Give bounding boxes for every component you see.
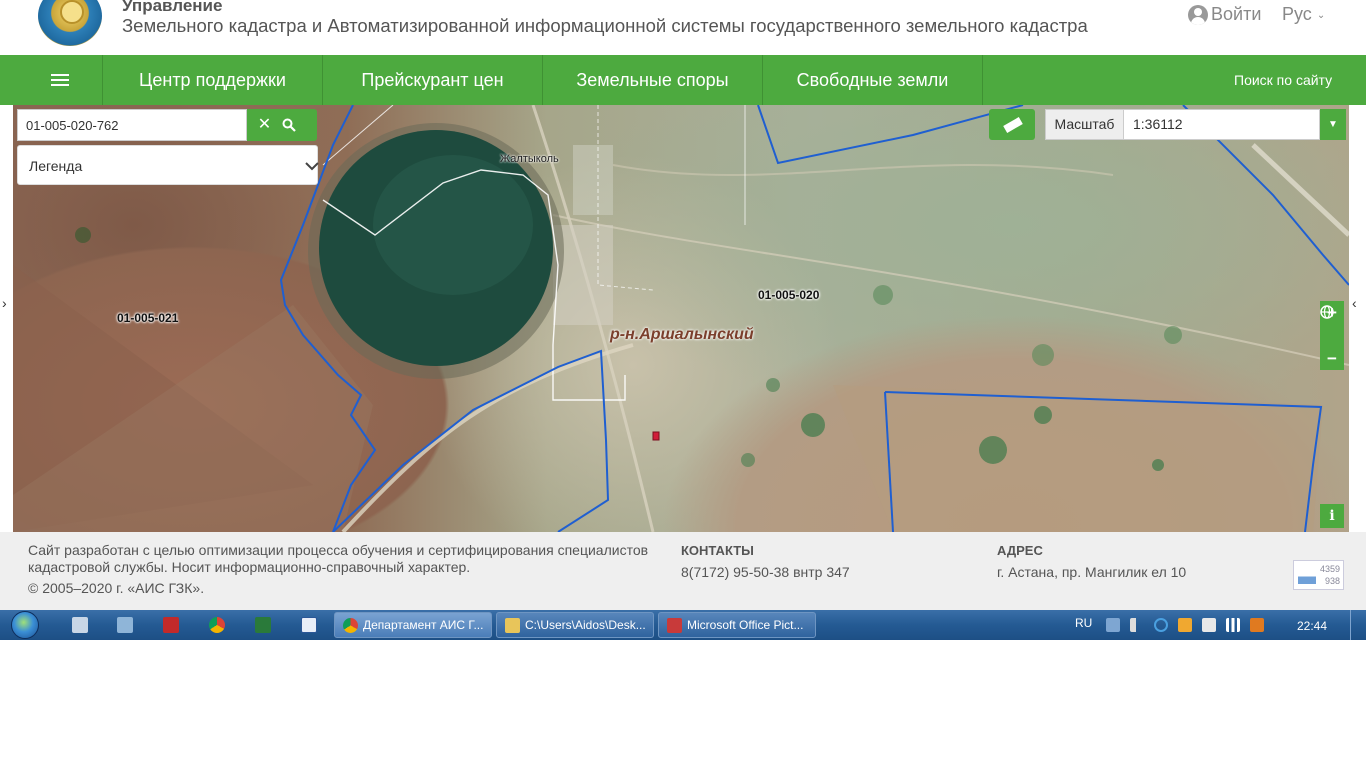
district-label: р-н.Аршалынский xyxy=(610,326,754,343)
ruler-measure-button[interactable] xyxy=(989,109,1035,140)
nav-item-land-disputes[interactable]: Земельные споры xyxy=(543,55,763,105)
task-label: C:\Users\Aidos\Desk... xyxy=(525,618,646,632)
address-value: г. Астана, пр. Мангилик ел 10 xyxy=(997,564,1187,580)
info-button[interactable]: i xyxy=(1320,504,1344,528)
zoom-out-button[interactable]: − xyxy=(1320,347,1344,370)
globe-icon xyxy=(1320,305,1334,319)
windows-taskbar: Департамент АИС Г... C:\Users\Aidos\Desk… xyxy=(0,610,1366,640)
user-circle-icon xyxy=(1188,4,1208,25)
nav-item-support-center[interactable]: Центр поддержки xyxy=(103,55,323,105)
scale-select[interactable]: 1:36112 xyxy=(1123,109,1320,140)
site-search-link[interactable]: Поиск по сайту xyxy=(1234,55,1332,105)
parcel-label-west: 01-005-021 xyxy=(117,311,179,325)
task-label: Департамент АИС Г... xyxy=(363,618,484,632)
input-language-indicator[interactable]: RU xyxy=(1075,616,1092,630)
task-chrome-window[interactable]: Департамент АИС Г... xyxy=(334,612,492,638)
org-title: Управление xyxy=(122,0,223,15)
task-picture-manager-window[interactable]: Microsoft Office Pict... xyxy=(658,612,816,638)
contacts-phone: 8(7172) 95-50-38 внтр 347 xyxy=(681,564,850,580)
footer-copyright: © 2005–2020 г. «АИС ГЗК». xyxy=(28,580,205,596)
globe-extent-button[interactable] xyxy=(1320,305,1344,347)
chevron-down-icon: ⌄ xyxy=(1316,9,1326,21)
org-subtitle: Земельного кадастра и Автоматизированной… xyxy=(122,15,1088,36)
bar-chart-icon xyxy=(1298,568,1316,584)
volume-icon[interactable] xyxy=(1130,618,1144,632)
picture-manager-icon xyxy=(667,618,682,633)
skype-icon[interactable] xyxy=(1154,618,1168,632)
nav-item-free-lands[interactable]: Свободные земли xyxy=(763,55,983,105)
contacts-heading: КОНТАКТЫ xyxy=(681,543,754,558)
village-label: Жалтыколь xyxy=(500,153,559,165)
site-header: Управление Земельного кадастра и Автомат… xyxy=(0,0,1366,55)
cadastral-number-input[interactable] xyxy=(17,109,247,141)
legend-dropdown[interactable]: Легенда xyxy=(17,145,319,185)
start-button[interactable] xyxy=(4,610,46,640)
login-label: Войти xyxy=(1211,4,1262,24)
search-button[interactable] xyxy=(282,109,317,141)
site-footer: Сайт разработан с целью оптимизации проц… xyxy=(0,532,1366,610)
parcel-search: ✕ xyxy=(17,109,318,141)
system-clock[interactable]: 22:44 xyxy=(1297,619,1327,633)
chrome-icon xyxy=(343,618,358,633)
network-signal-icon[interactable] xyxy=(1226,618,1240,632)
language-selector[interactable]: Рус ⌄ xyxy=(1282,4,1325,25)
excel-icon[interactable] xyxy=(255,617,271,633)
language-label: Рус xyxy=(1282,4,1312,24)
parcel-label-east: 01-005-020 xyxy=(758,288,820,302)
state-emblem-logo[interactable] xyxy=(38,0,102,46)
nav-item-price-list[interactable]: Прейскурант цен xyxy=(323,55,543,105)
left-panel-toggle[interactable]: › xyxy=(2,295,7,311)
footer-about: Сайт разработан с целью оптимизации проц… xyxy=(28,542,649,575)
folder-icon xyxy=(505,618,520,633)
task-explorer-window[interactable]: C:\Users\Aidos\Desk... xyxy=(496,612,654,638)
scale-dropdown-button[interactable]: ▼ xyxy=(1320,109,1346,140)
hamburger-menu-button[interactable] xyxy=(0,55,103,105)
address-heading: АДРЕС xyxy=(997,543,1043,558)
chrome-icon[interactable] xyxy=(209,617,225,633)
tray-app-icon[interactable] xyxy=(1106,618,1120,632)
visit-counter[interactable]: 4359 938 xyxy=(1293,560,1344,590)
download-app-icon[interactable] xyxy=(163,617,179,633)
tray-folder-icon[interactable] xyxy=(1178,618,1192,632)
calculator-icon[interactable] xyxy=(72,617,88,633)
word-icon[interactable] xyxy=(301,617,317,633)
right-panel-toggle[interactable]: ‹ xyxy=(1352,295,1357,311)
show-desktop-button[interactable] xyxy=(1350,610,1366,640)
battery-icon[interactable] xyxy=(1202,618,1216,632)
legend-label: Легенда xyxy=(29,158,83,174)
search-icon xyxy=(282,118,296,132)
main-nav: Центр поддержки Прейскурант цен Земельны… xyxy=(0,55,1366,105)
map-view[interactable]: Жалтыколь 01-005-020 01-005-021 р-н.Арша… xyxy=(13,105,1349,532)
ruler-icon xyxy=(1003,117,1023,133)
scale-label: Масштаб xyxy=(1045,109,1124,140)
clear-search-button[interactable]: ✕ xyxy=(247,109,282,141)
zoom-controls: + − xyxy=(1320,301,1344,370)
windows-logo-icon xyxy=(11,611,39,639)
network-app-icon[interactable] xyxy=(117,617,133,633)
tray-update-icon[interactable] xyxy=(1250,618,1264,632)
task-label: Microsoft Office Pict... xyxy=(687,618,804,632)
login-link[interactable]: Войти xyxy=(1188,4,1261,25)
